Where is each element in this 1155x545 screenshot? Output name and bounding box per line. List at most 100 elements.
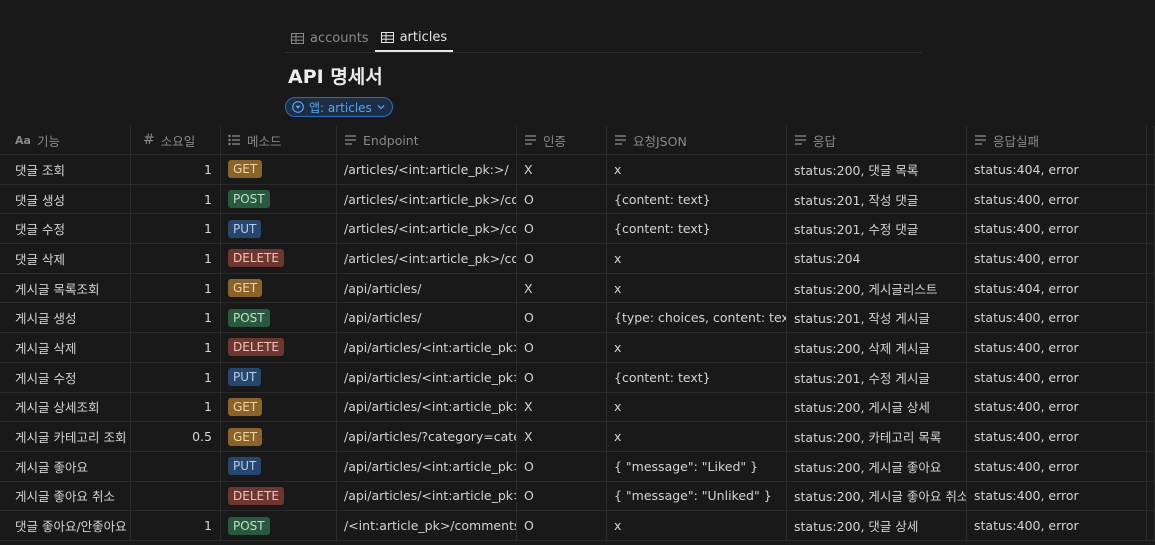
cell-기능[interactable]: 댓글 좋아요/안좋아요 <box>0 511 131 540</box>
cell-기능[interactable]: 댓글 조회 <box>0 155 131 184</box>
method-tag[interactable]: DELETE <box>228 338 285 357</box>
cell-기능[interactable]: 댓글 생성 <box>0 184 131 214</box>
cell-메소드[interactable]: POST <box>221 303 337 333</box>
cell-endpoint[interactable]: /api/articles/<int:article_pk>/ <box>337 333 517 362</box>
cell-기능[interactable]: 게시글 삭제 <box>0 333 131 362</box>
cell-메소드[interactable]: PUT <box>221 214 337 244</box>
method-tag[interactable]: POST <box>228 190 270 209</box>
column-header-인증[interactable]: 인증 <box>517 126 607 154</box>
cell-요청json[interactable]: {content: text} <box>607 184 787 214</box>
cell-응답[interactable]: status:200, 게시글 좋아요 취소 <box>787 481 967 511</box>
cell-메소드[interactable]: GET <box>221 422 337 451</box>
column-header-소요일[interactable]: # 소요일 <box>131 126 221 154</box>
cell-응답실패[interactable]: status:400, error <box>967 481 1147 511</box>
cell-응답[interactable]: status:201, 작성 댓글 <box>787 184 967 214</box>
cell-endpoint[interactable]: /api/articles/<int:article_pk>/ <box>337 362 517 392</box>
cell-인증[interactable]: O <box>517 481 607 511</box>
table-row[interactable]: 댓글 수정 1 PUT/articles/<int:article_pk>/comm… <box>0 214 1155 245</box>
cell-응답[interactable]: status:200, 댓글 상세 <box>787 511 967 540</box>
cell-소요일[interactable] <box>131 481 221 511</box>
table-row[interactable]: 댓글 조회 1 GET/articles/<int:article_pk:>/ Xx s… <box>0 155 1155 185</box>
method-tag[interactable]: GET <box>228 279 263 298</box>
cell-요청json[interactable]: x <box>607 333 787 362</box>
cell-응답[interactable]: status:201, 수정 게시글 <box>787 362 967 392</box>
cell-인증[interactable]: O <box>517 184 607 214</box>
tab-accounts[interactable]: accounts <box>285 24 375 52</box>
cell-요청json[interactable]: {content: text} <box>607 362 787 392</box>
cell-소요일[interactable]: 1 <box>131 273 221 303</box>
cell-endpoint[interactable]: /articles/<int:article_pk>/comments/ <box>337 184 517 214</box>
method-tag[interactable]: POST <box>228 516 270 535</box>
cell-요청json[interactable]: {type: choices, content: text, u <box>607 303 787 333</box>
method-tag[interactable]: DELETE <box>228 486 285 505</box>
cell-응답실패[interactable]: status:400, error <box>967 244 1147 273</box>
cell-요청json[interactable]: x <box>607 392 787 422</box>
cell-응답[interactable]: status:201, 작성 게시글 <box>787 303 967 333</box>
column-header-응답실패[interactable]: 응답실패 <box>967 126 1147 154</box>
table-row[interactable]: 댓글 삭제 1 DELETE/articles/<int:article_pk>/c… <box>0 244 1155 274</box>
cell-소요일[interactable]: 1 <box>131 303 221 333</box>
cell-인증[interactable]: X <box>517 392 607 422</box>
tab-articles[interactable]: articles <box>374 24 454 52</box>
method-tag[interactable]: PUT <box>228 219 262 238</box>
cell-기능[interactable]: 게시글 상세조회 <box>0 392 131 422</box>
cell-인증[interactable]: O <box>517 511 607 540</box>
cell-소요일[interactable]: 1 <box>131 214 221 244</box>
cell-endpoint[interactable]: /articles/<int:article_pk>/comments/ <box>337 214 517 244</box>
cell-인증[interactable]: O <box>517 362 607 392</box>
cell-응답[interactable]: status:200, 삭제 게시글 <box>787 333 967 362</box>
cell-응답실패[interactable]: status:404, error <box>967 155 1147 184</box>
cell-endpoint[interactable]: /api/articles/<int:article_pk>/like/ <box>337 481 517 511</box>
cell-메소드[interactable]: GET <box>221 392 337 422</box>
cell-요청json[interactable]: x <box>607 273 787 303</box>
cell-소요일[interactable]: 1 <box>131 184 221 214</box>
table-row[interactable]: 게시글 좋아요 취소 DELETE/api/articles/<int:artic… <box>0 481 1155 512</box>
table-row[interactable]: 게시글 좋아요 PUT/api/articles/<int:article_pk>… <box>0 451 1155 482</box>
cell-응답실패[interactable]: status:404, error <box>967 273 1147 303</box>
method-tag[interactable]: GET <box>228 427 263 446</box>
table-row[interactable]: 게시글 수정 1 PUT/api/articles/<int:article_pk>… <box>0 362 1155 393</box>
cell-응답[interactable]: status:200, 게시글 상세 <box>787 392 967 422</box>
cell-응답[interactable]: status:204 <box>787 244 967 273</box>
method-tag[interactable]: PUT <box>228 368 262 387</box>
cell-응답실패[interactable]: status:400, error <box>967 392 1147 422</box>
table-row[interactable]: 댓글 생성 1 POST/articles/<int:article_pk>/com… <box>0 184 1155 215</box>
cell-인증[interactable]: O <box>517 333 607 362</box>
cell-응답[interactable]: status:200, 카테고리 목록 <box>787 422 967 451</box>
cell-인증[interactable]: O <box>517 214 607 244</box>
cell-메소드[interactable]: PUT <box>221 362 337 392</box>
table-row[interactable]: 게시글 카테고리 조회 0.5 GET/api/articles/?category… <box>0 422 1155 452</box>
method-tag[interactable]: POST <box>228 308 270 327</box>
column-header-기능[interactable]: Aa 기능 <box>0 126 131 154</box>
cell-요청json[interactable]: x <box>607 155 787 184</box>
cell-인증[interactable]: X <box>517 422 607 451</box>
cell-인증[interactable]: X <box>517 273 607 303</box>
cell-요청json[interactable]: { "message": "Unliked" } <box>607 481 787 511</box>
cell-기능[interactable]: 게시글 좋아요 <box>0 451 131 481</box>
cell-응답[interactable]: status:201, 수정 댓글 <box>787 214 967 244</box>
cell-메소드[interactable]: GET <box>221 155 337 184</box>
cell-endpoint[interactable]: /articles/<int:article_pk:>/ <box>337 155 517 184</box>
cell-메소드[interactable]: POST <box>221 511 337 540</box>
cell-응답실패[interactable]: status:400, error <box>967 303 1147 333</box>
table-row[interactable]: 댓글 좋아요/안좋아요 1 POST /<int:article_pk>/commen… <box>0 511 1155 541</box>
method-tag[interactable]: PUT <box>228 457 262 476</box>
table-row[interactable]: 게시글 생성 1 POST/api/articles/O {type: choices… <box>0 303 1155 334</box>
table-row[interactable]: 게시글 상세조회 1 GET/api/articles/<int:article_p… <box>0 392 1155 423</box>
cell-소요일[interactable]: 0.5 <box>131 422 221 451</box>
cell-메소드[interactable]: DELETE <box>221 244 337 273</box>
method-tag[interactable]: DELETE <box>228 249 285 268</box>
cell-요청json[interactable]: x <box>607 244 787 273</box>
cell-응답[interactable]: status:200, 게시글리스트 <box>787 273 967 303</box>
cell-메소드[interactable]: PUT <box>221 451 337 481</box>
column-header-메소드[interactable]: 메소드 <box>221 126 337 154</box>
column-header-요청json[interactable]: 요청JSON <box>607 126 787 154</box>
column-header-응답[interactable]: 응답 <box>787 126 967 154</box>
cell-소요일[interactable]: 1 <box>131 244 221 273</box>
cell-응답[interactable]: status:200, 댓글 목록 <box>787 155 967 184</box>
cell-기능[interactable]: 댓글 수정 <box>0 214 131 244</box>
table-row[interactable]: 게시글 목록조회 1 GET/api/articles/Xx status:200, … <box>0 273 1155 304</box>
cell-기능[interactable]: 게시글 생성 <box>0 303 131 333</box>
method-tag[interactable]: GET <box>228 160 263 179</box>
cell-응답실패[interactable]: status:400, error <box>967 214 1147 244</box>
